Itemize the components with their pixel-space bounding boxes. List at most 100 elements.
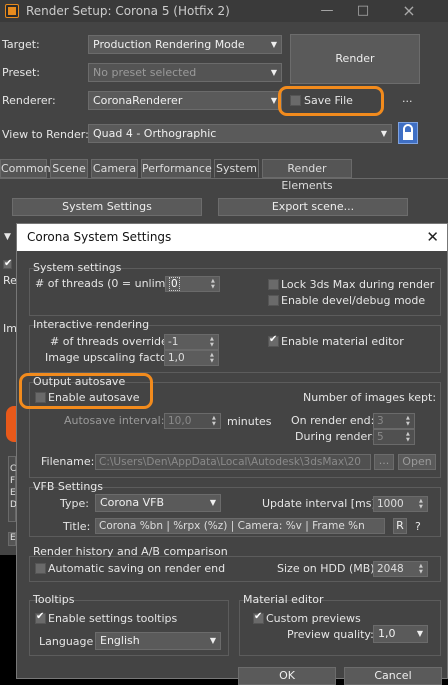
hdd-size-label: Size on HDD (MB): bbox=[277, 562, 379, 575]
tooltips-checkbox[interactable] bbox=[35, 611, 46, 624]
corona-logo-icon bbox=[6, 406, 16, 442]
viewport-background bbox=[0, 555, 16, 679]
autosave-interval-input[interactable]: 10,0 ▲ ▼ bbox=[164, 413, 221, 429]
tab-camera[interactable]: Camera bbox=[91, 159, 138, 178]
rollout-collapse-icon[interactable]: ▼ bbox=[4, 232, 11, 242]
spinner-icon[interactable]: ▲ ▼ bbox=[210, 352, 216, 364]
maximize-icon[interactable]: □ bbox=[346, 0, 380, 22]
target-label: Target: bbox=[2, 38, 40, 51]
vfb-title-label: Title: bbox=[63, 520, 91, 533]
material-editor-checkbox[interactable] bbox=[268, 334, 279, 347]
dialog-titlebar[interactable]: Corona System Settings ✕ bbox=[17, 224, 447, 251]
update-interval-value: 1000 bbox=[377, 498, 404, 510]
threads-input[interactable]: 0 ▲ ▼ bbox=[165, 276, 220, 292]
partial-label-e2: E bbox=[10, 533, 16, 543]
cancel-button[interactable]: Cancel bbox=[344, 667, 442, 685]
tab-divider bbox=[0, 178, 448, 179]
vfb-title-input[interactable]: Corona %bn | %rpx (%z) | Camera: %v | Fr… bbox=[95, 518, 385, 534]
render-setup-titlebar[interactable]: Render Setup: Corona 5 (Hotfix 2) bbox=[0, 0, 448, 22]
devel-mode-checkbox[interactable] bbox=[268, 295, 279, 306]
lock-max-label: Lock 3ds Max during render bbox=[281, 278, 435, 291]
tab-common[interactable]: Common bbox=[0, 159, 51, 178]
filename-browse-button[interactable]: ... bbox=[374, 454, 394, 470]
view-to-render-label: View to Render: bbox=[2, 128, 89, 141]
save-file-browse-button[interactable]: ... bbox=[402, 92, 413, 105]
tab-render-elements[interactable]: Render Elements bbox=[262, 159, 352, 192]
system-settings-group bbox=[29, 268, 441, 316]
interactive-rendering-header: Interactive rendering bbox=[33, 318, 150, 331]
threads-override-label: # of threads override: bbox=[50, 335, 172, 348]
view-to-render-dropdown[interactable]: Quad 4 - Orthographic ▼ bbox=[88, 124, 392, 143]
tooltips-header: Tooltips bbox=[33, 593, 75, 606]
filename-value: C:\Users\Den\AppData\Local\Autodesk\3dsM… bbox=[99, 456, 361, 468]
custom-previews-checkbox[interactable] bbox=[253, 611, 264, 624]
spinner-icon[interactable]: ▲ ▼ bbox=[419, 563, 425, 575]
language-value: English bbox=[100, 634, 140, 647]
autosave-interval-value: 10,0 bbox=[168, 415, 192, 427]
filename-input[interactable]: C:\Users\Den\AppData\Local\Autodesk\3dsM… bbox=[95, 454, 371, 470]
during-render-label: During render: bbox=[295, 430, 376, 443]
render-history-header: Render history and A/B comparison bbox=[33, 545, 228, 558]
minimize-icon[interactable]: — bbox=[310, 0, 344, 22]
material-editor-header: Material editor bbox=[243, 593, 324, 606]
spinner-icon[interactable]: ▲ ▼ bbox=[419, 498, 425, 510]
lock-max-checkbox[interactable] bbox=[268, 279, 279, 290]
partial-label-e: E bbox=[10, 488, 16, 498]
target-dropdown[interactable]: Production Rendering Mode ▼ bbox=[88, 35, 282, 54]
tab-scene[interactable]: Scene bbox=[50, 159, 88, 178]
lock-icon[interactable] bbox=[398, 122, 418, 144]
preview-quality-dropdown[interactable]: 1,0 ▼ bbox=[373, 625, 428, 643]
filename-label: Filename: bbox=[41, 455, 95, 468]
update-interval-label: Update interval [ms]: bbox=[262, 497, 380, 510]
renderer-label: Renderer: bbox=[2, 94, 56, 107]
during-render-input[interactable]: 5 ▲ ▼ bbox=[373, 429, 415, 445]
upscaling-input[interactable]: 1,0 ▲ ▼ bbox=[164, 350, 219, 366]
chevron-down-icon: ▼ bbox=[380, 129, 387, 138]
vfb-title-reset-button[interactable]: R bbox=[393, 518, 407, 534]
threads-override-value: -1 bbox=[168, 336, 179, 348]
chevron-down-icon: ▼ bbox=[209, 636, 216, 645]
spinner-icon[interactable]: ▲ ▼ bbox=[212, 415, 218, 427]
tab-system[interactable]: System bbox=[214, 159, 259, 178]
render-button[interactable]: Render bbox=[290, 34, 420, 84]
close-icon[interactable]: × bbox=[392, 0, 426, 22]
on-render-end-label: On render end: bbox=[291, 414, 375, 427]
partial-checkbox[interactable] bbox=[3, 258, 12, 269]
partial-label-im: Im bbox=[3, 322, 17, 335]
update-interval-input[interactable]: 1000 ▲ ▼ bbox=[373, 496, 428, 512]
on-render-end-input[interactable]: 3 ▲ ▼ bbox=[373, 413, 415, 429]
threads-value: 0 bbox=[169, 277, 180, 291]
preview-quality-value: 1,0 bbox=[378, 627, 396, 640]
autosave-interval-label: Autosave interval: bbox=[64, 414, 165, 427]
ok-button[interactable]: OK bbox=[238, 667, 336, 685]
autosave-highlight bbox=[19, 373, 153, 409]
spinner-icon[interactable]: ▲ ▼ bbox=[406, 431, 412, 443]
preset-dropdown[interactable]: No preset selected ▼ bbox=[88, 63, 282, 82]
language-dropdown[interactable]: English ▼ bbox=[95, 632, 221, 650]
spinner-icon[interactable]: ▲ ▼ bbox=[211, 278, 217, 290]
during-render-value: 5 bbox=[377, 431, 384, 443]
material-editor-label: Enable material editor bbox=[281, 335, 404, 348]
interactive-rendering-group bbox=[29, 325, 441, 373]
vfb-type-dropdown[interactable]: Corona VFB ▼ bbox=[95, 494, 221, 512]
vfb-title-help-button[interactable]: ? bbox=[415, 520, 421, 533]
hdd-size-input[interactable]: 2048 ▲ ▼ bbox=[373, 561, 428, 577]
vfb-title-value: Corona %bn | %rpx (%z) | Camera: %v | Fr… bbox=[99, 520, 365, 532]
tooltips-label: Enable settings tooltips bbox=[48, 612, 178, 625]
history-autosave-checkbox[interactable] bbox=[35, 563, 46, 574]
language-label: Language bbox=[39, 635, 94, 648]
export-scene-button[interactable]: Export scene... bbox=[218, 198, 408, 216]
preview-quality-label: Preview quality: bbox=[287, 628, 374, 641]
renderer-dropdown[interactable]: CoronaRenderer ▼ bbox=[88, 91, 282, 110]
partial-label-f: F bbox=[10, 476, 16, 486]
tab-performance[interactable]: Performance bbox=[141, 159, 212, 178]
spinner-icon[interactable]: ▲ ▼ bbox=[210, 336, 216, 348]
spinner-icon[interactable]: ▲ ▼ bbox=[406, 415, 412, 427]
close-icon[interactable]: ✕ bbox=[426, 224, 439, 251]
threads-override-input[interactable]: -1 ▲ ▼ bbox=[164, 334, 219, 350]
filename-open-button[interactable]: Open bbox=[398, 454, 436, 470]
partial-label-re: Re bbox=[3, 274, 17, 287]
chevron-down-icon: ▼ bbox=[270, 68, 277, 77]
system-settings-button[interactable]: System Settings bbox=[12, 198, 202, 216]
chevron-down-icon: ▼ bbox=[209, 498, 216, 507]
